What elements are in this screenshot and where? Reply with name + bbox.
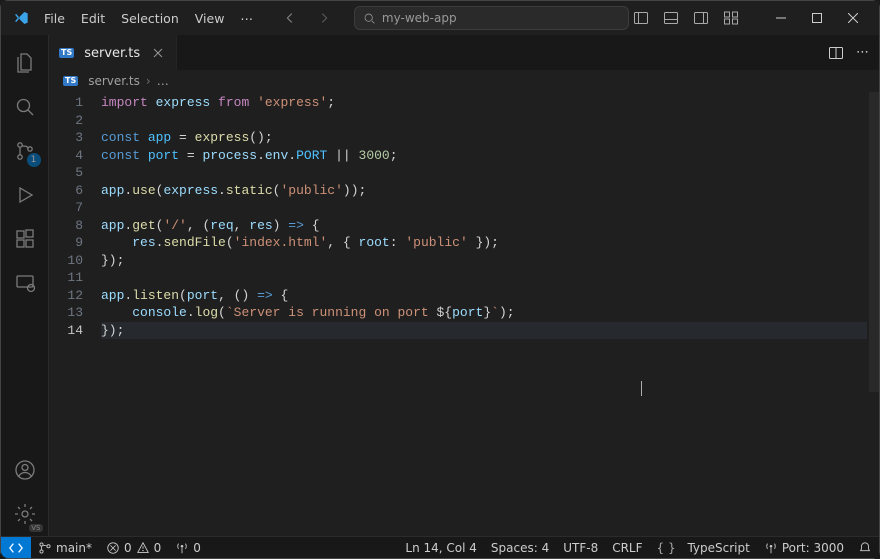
nav-back-icon[interactable] [282,10,298,26]
code-line[interactable]: app.use(express.static('public')); [101,182,867,200]
vscode-logo-icon [13,10,29,26]
typescript-file-icon: TS [59,48,74,58]
code-line[interactable]: app.listen(port, () => { [101,287,867,305]
activity-debug-icon[interactable] [1,173,49,217]
tab-filename: server.ts [84,46,140,61]
radio-tower-icon [764,541,778,555]
editor-group: TS server.ts ⋯ TS server.ts › … 12345678… [49,35,879,536]
breadcrumb[interactable]: TS server.ts › … [49,70,879,92]
code-line[interactable]: res.sendFile('index.html', { root: 'publ… [101,234,867,252]
breadcrumb-tail: … [157,74,169,88]
nav-forward-icon[interactable] [316,10,332,26]
customize-layout-icon[interactable] [723,10,739,26]
window-minimize-icon[interactable] [763,3,799,33]
code-line[interactable]: const app = express(); [101,129,867,147]
menu-edit[interactable]: Edit [74,7,112,30]
line-number: 9 [49,234,83,252]
warning-icon [136,541,150,555]
line-number: 6 [49,182,83,200]
code-line[interactable]: console.log(`Server is running on port $… [101,304,867,322]
editor-tabbar: TS server.ts ⋯ [49,35,879,70]
status-branch[interactable]: main* [31,537,99,558]
status-port-forward[interactable]: Port: 3000 [757,541,851,555]
code-line[interactable] [101,269,867,287]
activity-accounts-icon[interactable] [1,448,49,492]
split-editor-icon[interactable] [828,45,844,61]
window-maximize-icon[interactable] [799,3,835,33]
activity-remote-explorer-icon[interactable] [1,261,49,305]
line-number-gutter: 1234567891011121314 [49,92,101,536]
editor-scrollbar[interactable] [867,92,879,536]
workbench-body: 1 VS TS server.ts [1,35,879,536]
menu-file[interactable]: File [37,7,72,30]
menu-more[interactable]: ⋯ [233,7,260,30]
activity-settings-icon[interactable]: VS [1,492,49,536]
code-line[interactable]: app.get('/', (req, res) => { [101,217,867,235]
line-number: 8 [49,217,83,235]
layout-panel-icon[interactable] [663,10,679,26]
activity-search-icon[interactable] [1,85,49,129]
source-control-badge: 1 [27,153,41,167]
line-number: 1 [49,94,83,112]
radio-tower-icon [175,541,189,555]
search-placeholder: my-web-app [382,11,457,25]
status-encoding[interactable]: UTF-8 [556,541,605,555]
code-line[interactable] [101,164,867,182]
status-language[interactable]: { } TypeScript [650,541,757,555]
activity-extensions-icon[interactable] [1,217,49,261]
line-number: 11 [49,269,83,287]
tab-close-icon[interactable] [150,45,166,61]
status-remote-icon[interactable] [1,537,31,558]
code-line[interactable]: }); [101,322,867,340]
status-bar: main* 0 0 0 Ln 14, Col 4 Spaces: 4 UTF-8… [1,536,879,558]
code-line[interactable] [101,112,867,130]
error-icon [106,541,120,555]
window-close-icon[interactable] [835,3,871,33]
activity-explorer-icon[interactable] [1,41,49,85]
line-number: 4 [49,147,83,165]
layout-sidebar-left-icon[interactable] [633,10,649,26]
line-number: 7 [49,199,83,217]
tab-server-ts[interactable]: TS server.ts [49,35,177,70]
editor-more-icon[interactable]: ⋯ [856,45,869,60]
scrollbar-thumb[interactable] [869,92,879,392]
code-line[interactable]: const port = process.env.PORT || 3000; [101,147,867,165]
status-indentation[interactable]: Spaces: 4 [484,541,556,555]
command-center-search[interactable]: my-web-app [354,6,629,30]
text-cursor [641,381,642,396]
status-problems[interactable]: 0 0 [99,537,168,558]
code-line[interactable] [101,199,867,217]
line-number: 3 [49,129,83,147]
line-number: 5 [49,164,83,182]
status-eol[interactable]: CRLF [605,541,649,555]
search-icon [363,12,376,25]
status-cursor-position[interactable]: Ln 14, Col 4 [398,541,484,555]
activity-source-control-icon[interactable]: 1 [1,129,49,173]
line-number: 10 [49,252,83,270]
code-line[interactable]: }); [101,252,867,270]
status-notifications-icon[interactable] [851,541,879,555]
activity-bar: 1 VS [1,35,49,536]
titlebar: File Edit Selection View ⋯ my-web-app [1,1,879,35]
status-ports[interactable]: 0 [168,537,208,558]
code-content[interactable]: import express from 'express'; const app … [101,92,867,536]
line-number: 12 [49,287,83,305]
line-number: 14 [49,322,83,340]
menu-bar: File Edit Selection View ⋯ [37,7,260,30]
code-line[interactable]: import express from 'express'; [101,94,867,112]
typescript-file-icon: TS [63,76,78,86]
line-number: 13 [49,304,83,322]
code-editor[interactable]: 1234567891011121314 import express from … [49,92,879,536]
chevron-right-icon: › [146,74,151,88]
settings-vs-badge: VS [29,524,42,532]
layout-sidebar-right-icon[interactable] [693,10,709,26]
line-number: 2 [49,112,83,130]
breadcrumb-filename: server.ts [88,74,140,88]
menu-view[interactable]: View [188,7,232,30]
menu-selection[interactable]: Selection [114,7,186,30]
git-branch-icon [38,541,52,555]
